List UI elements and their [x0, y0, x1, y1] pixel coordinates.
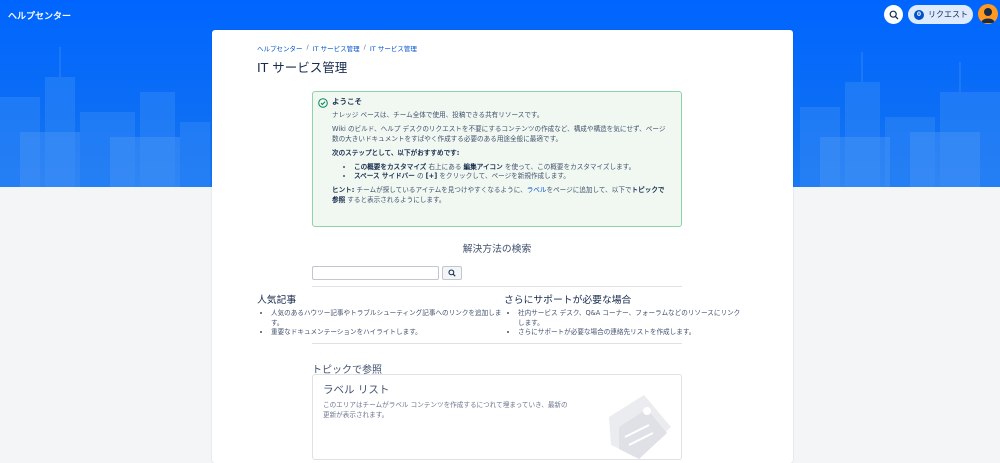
- list-item: 社内サービス デスク、Q&A コーナー、フォーラムなどのリソースにリンクします。: [518, 309, 744, 328]
- header-search-button[interactable]: [884, 5, 903, 24]
- divider: [312, 343, 682, 344]
- request-count-badge: 0: [914, 9, 924, 20]
- step-bold: この概要をカスタマイズ: [354, 163, 427, 172]
- breadcrumb: ヘルプセンター / IT サービス管理 / IT サービス管理: [257, 43, 417, 53]
- tag-illustration-icon: [609, 395, 671, 459]
- search-icon: [889, 10, 898, 19]
- breadcrumb-separator: /: [363, 43, 366, 51]
- popular-articles-title: 人気記事: [257, 295, 297, 306]
- next-steps-list: この概要をカスタマイズ 右上にある 編集アイコン を使って、この概要をカスタマイ…: [354, 163, 667, 181]
- list-item: 重要なドキュメンテーションをハイライトします。: [271, 328, 502, 338]
- breadcrumb-help-center[interactable]: ヘルプセンター: [257, 43, 303, 53]
- requests-button[interactable]: 0 リクエスト: [908, 5, 973, 24]
- welcome-text-2: Wiki のビルド、ヘルプ デスクのリクエストを不要にするコンテンツの作成など、…: [332, 125, 666, 143]
- label-list-description: このエリアはチームがラベル コンテンツを作成するにつれて埋まっていき、最新の更新…: [323, 401, 568, 419]
- breadcrumb-separator: /: [306, 43, 309, 51]
- user-avatar-icon: [981, 8, 995, 23]
- step-text: 右上にある: [426, 163, 464, 172]
- hint-part: すると表示されるようにします。: [345, 195, 446, 204]
- breadcrumb-itsm[interactable]: IT サービス管理: [313, 43, 360, 53]
- step-text: を使って、この概要をカスタマイズします。: [502, 163, 636, 172]
- step-bold: スペース サイドバー: [354, 172, 415, 181]
- requests-label: リクエスト: [928, 10, 968, 19]
- hint-bold: ヒント:: [332, 186, 355, 195]
- hint-text: ヒント: チームが探しているアイテムを見つけやすくなるように、ラベルをページに追…: [332, 186, 667, 204]
- kb-search-input[interactable]: [312, 266, 439, 280]
- list-item: スペース サイドバー の [+] をクリックして、ページを新規作成します。: [354, 172, 667, 181]
- step-bold: 編集アイコン: [463, 163, 503, 172]
- help-center-brand[interactable]: ヘルプセンター: [8, 9, 71, 22]
- user-avatar[interactable]: [978, 4, 998, 24]
- step-text: をクリックして、ページを新規作成します。: [437, 172, 570, 181]
- next-steps-title: 次のステップとして、以下がおすすめです:: [332, 148, 460, 157]
- popular-articles-list: 人気のあるハウツー記事やトラブルシューティング記事へのリンクを追加します。 重要…: [257, 309, 502, 338]
- welcome-panel: ようこそ ナレッジ ベースは、チーム全体で使用、投稿できる共有リソースです。 W…: [312, 91, 682, 227]
- content-card: ヘルプセンター / IT サービス管理 / IT サービス管理 IT サービス管…: [212, 30, 793, 463]
- search-icon: [448, 269, 456, 277]
- top-bar: ヘルプセンター 0 リクエスト: [0, 0, 1000, 30]
- divider: [312, 286, 682, 287]
- labels-link[interactable]: ラベル: [527, 186, 547, 194]
- hint-part: をページに追加して、以下で: [546, 186, 632, 195]
- kb-search-heading: 解決方法の検索: [462, 244, 532, 255]
- breadcrumb-itsm-current[interactable]: IT サービス管理: [370, 43, 417, 53]
- welcome-text-1: ナレッジ ベースは、チーム全体で使用、投稿できる共有リソースです。: [332, 111, 544, 120]
- more-help-title: さらにサポートが必要な場合: [504, 295, 632, 306]
- step-bold: [+]: [425, 172, 438, 181]
- check-circle-icon: [318, 98, 328, 108]
- welcome-title: ようこそ: [332, 97, 362, 106]
- label-list-title: ラベル リスト: [323, 384, 390, 396]
- page-title: IT サービス管理: [257, 60, 348, 75]
- kb-search-button[interactable]: [442, 266, 462, 280]
- step-text: の: [414, 172, 426, 181]
- more-help-list: 社内サービス デスク、Q&A コーナー、フォーラムなどのリソースにリンクします。…: [504, 309, 744, 338]
- hint-part: チームが探しているアイテムを見つけやすくなるように、: [354, 186, 527, 195]
- list-item: 人気のあるハウツー記事やトラブルシューティング記事へのリンクを追加します。: [271, 309, 502, 328]
- list-item: この概要をカスタマイズ 右上にある 編集アイコン を使って、この概要をカスタマイ…: [354, 163, 667, 172]
- list-item: さらにサポートが必要な場合の連絡先リストを作成します。: [518, 328, 744, 338]
- label-list-panel: ラベル リスト このエリアはチームがラベル コンテンツを作成するにつれて埋まって…: [312, 374, 682, 460]
